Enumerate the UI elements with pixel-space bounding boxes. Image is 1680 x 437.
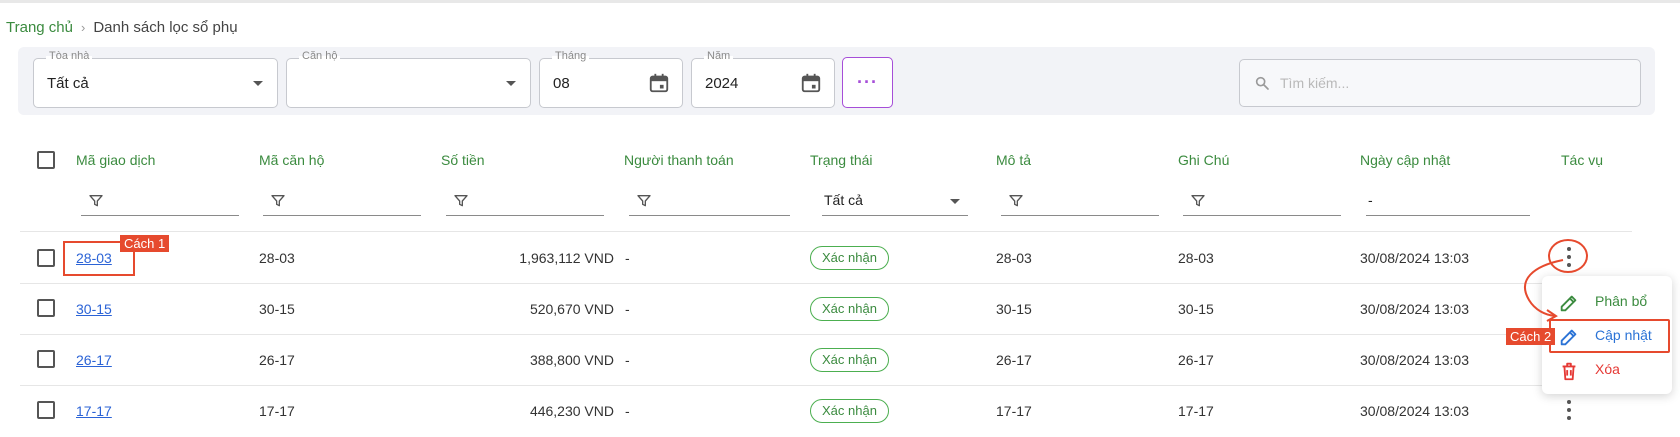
filter-icon (89, 195, 103, 207)
more-filters-button[interactable]: ··· (842, 57, 893, 108)
note: 26-17 (1178, 352, 1214, 368)
date-filter-value: - (1368, 192, 1373, 208)
amount: 446,230 VND (529, 403, 614, 419)
year-value: 2024 (705, 75, 739, 92)
amount: 520,670 VND (529, 301, 614, 317)
note: 30-15 (1178, 301, 1214, 317)
chevron-down-icon (253, 81, 263, 86)
description: 17-17 (996, 403, 1032, 419)
year-label: Năm (704, 50, 734, 62)
chevron-down-icon (950, 199, 960, 204)
description: 26-17 (996, 352, 1032, 368)
row-divider (20, 231, 1632, 232)
payer: - (625, 301, 630, 317)
calendar-icon[interactable] (800, 72, 822, 94)
header-payer[interactable]: Người thanh toán (624, 152, 734, 168)
filter-status-select[interactable]: Tất cả (822, 190, 968, 216)
description: 30-15 (996, 301, 1032, 317)
row-divider (20, 283, 1632, 284)
filter-icon (454, 195, 468, 207)
note: 17-17 (1178, 403, 1214, 419)
status-filter-value: Tất cả (824, 192, 863, 208)
updated-date: 30/08/2024 13:03 (1360, 352, 1469, 368)
filter-transaction-code[interactable] (81, 190, 239, 216)
top-divider (0, 0, 1680, 3)
header-description[interactable]: Mô tả (996, 152, 1031, 168)
payer: - (625, 352, 630, 368)
status-badge: Xác nhận (810, 348, 889, 372)
row-checkbox[interactable] (37, 401, 55, 419)
filter-apartment-code[interactable] (263, 190, 421, 216)
row-divider (20, 334, 1632, 335)
header-status[interactable]: Trạng thái (810, 152, 873, 168)
filter-amount[interactable] (446, 190, 604, 216)
header-amount[interactable]: Số tiền (441, 152, 485, 168)
note: 28-03 (1178, 250, 1214, 266)
chevron-down-icon (506, 81, 516, 86)
annotation-label-method-1: Cách 1 (120, 235, 170, 252)
search-input[interactable]: Tìm kiếm... (1239, 59, 1641, 107)
filter-icon (637, 195, 651, 207)
apartment-select[interactable]: Căn hộ (286, 50, 531, 108)
updated-date: 30/08/2024 13:03 (1360, 301, 1469, 317)
transaction-code-link[interactable]: 26-17 (76, 352, 112, 368)
month-label: Tháng (552, 50, 590, 62)
description: 28-03 (996, 250, 1032, 266)
payer: - (625, 250, 630, 266)
menu-item-label: Xóa (1595, 361, 1620, 377)
month-field[interactable]: Tháng 08 (539, 50, 683, 108)
select-all-checkbox[interactable] (37, 151, 55, 169)
apartment-code: 28-03 (259, 250, 295, 266)
menu-item-label: Phân bổ (1595, 293, 1648, 309)
breadcrumb: Trang chủ › Danh sách lọc sổ phụ (6, 19, 238, 36)
header-transaction-code[interactable]: Mã giao dịch (76, 152, 155, 168)
apartment-code: 17-17 (259, 403, 295, 419)
filter-payer[interactable] (629, 190, 790, 216)
row-checkbox[interactable] (37, 249, 55, 267)
updated-date: 30/08/2024 13:03 (1360, 250, 1469, 266)
menu-item-delete[interactable]: Xóa (1542, 354, 1672, 386)
calendar-icon[interactable] (648, 72, 670, 94)
payer: - (625, 403, 630, 419)
row-divider (20, 385, 1632, 386)
header-updated-date[interactable]: Ngày cập nhật (1360, 152, 1450, 168)
search-placeholder: Tìm kiếm... (1280, 75, 1350, 91)
filter-icon (1009, 195, 1023, 207)
apartment-code: 26-17 (259, 352, 295, 368)
breadcrumb-separator: › (80, 20, 86, 35)
apartment-label: Căn hộ (299, 50, 341, 62)
header-apartment-code[interactable]: Mã căn hộ (259, 152, 324, 168)
header-actions: Tác vụ (1561, 152, 1604, 168)
trash-icon (1562, 362, 1576, 381)
filter-note[interactable] (1183, 190, 1341, 216)
row-checkbox[interactable] (37, 350, 55, 368)
transaction-code-link[interactable]: 30-15 (76, 301, 112, 317)
month-value: 08 (553, 75, 570, 92)
status-badge: Xác nhận (810, 246, 889, 270)
transaction-code-link[interactable]: 17-17 (76, 403, 112, 419)
annotation-label-method-2: Cách 2 (1506, 328, 1556, 345)
header-note[interactable]: Ghi Chú (1178, 152, 1229, 168)
building-select[interactable]: Tòa nhà Tất cả (33, 50, 278, 108)
row-checkbox[interactable] (37, 299, 55, 317)
status-badge: Xác nhận (810, 297, 889, 321)
filter-icon (1191, 195, 1205, 207)
apartment-code: 30-15 (259, 301, 295, 317)
year-field[interactable]: Năm 2024 (691, 50, 835, 108)
filter-updated-date[interactable]: - (1366, 190, 1530, 216)
building-value: Tất cả (47, 75, 89, 92)
building-label: Tòa nhà (46, 50, 93, 62)
annotation-arrow (1524, 259, 1564, 322)
filter-icon (271, 195, 285, 207)
amount: 1,963,112 VND (519, 250, 614, 266)
filter-description[interactable] (1001, 190, 1159, 216)
amount: 388,800 VND (529, 352, 614, 368)
more-actions-icon[interactable] (1559, 398, 1579, 422)
breadcrumb-home-link[interactable]: Trang chủ (6, 19, 73, 36)
status-badge: Xác nhận (810, 399, 889, 423)
search-icon (1255, 76, 1269, 90)
breadcrumb-current: Danh sách lọc sổ phụ (93, 19, 238, 36)
updated-date: 30/08/2024 13:03 (1360, 403, 1469, 419)
